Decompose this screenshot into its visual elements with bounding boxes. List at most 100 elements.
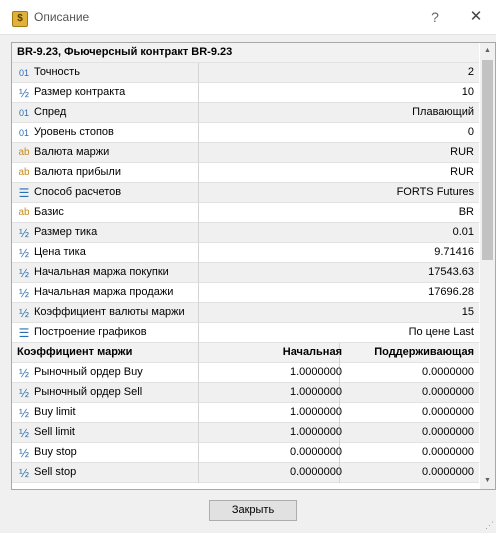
property-row[interactable]: 01 Спред Плавающий (12, 103, 479, 123)
column-divider (198, 183, 199, 203)
property-row[interactable]: ½ Размер контракта 10 (12, 83, 479, 103)
fraction-icon: ½ (18, 86, 29, 100)
margin-maintenance-value: 0.0000000 (422, 426, 474, 438)
margin-row[interactable]: ½ Buy limit 1.0000000 0.0000000 (12, 403, 479, 423)
enum-icon: ☰ (18, 186, 30, 200)
string-icon: ab (18, 207, 30, 218)
integer-icon: 01 (18, 128, 29, 138)
property-name: Уровень стопов (34, 126, 114, 138)
margin-row-name: Sell stop (34, 466, 77, 478)
property-name: Начальная маржа продажи (34, 286, 174, 298)
property-row[interactable]: ab Валюта прибыли RUR (12, 163, 479, 183)
margin-initial-value: 0.0000000 (290, 446, 342, 458)
column-divider (198, 63, 199, 83)
column-header-initial: Начальная (282, 346, 342, 358)
margin-row[interactable]: ½ Sell stop 0.0000000 0.0000000 (12, 463, 479, 483)
property-row[interactable]: ab Валюта маржи RUR (12, 143, 479, 163)
property-value: 15 (461, 306, 474, 318)
property-row[interactable]: ½ Цена тика 9.71416 (12, 243, 479, 263)
column-divider (198, 83, 199, 103)
column-divider (198, 283, 199, 303)
margin-row-name: Рыночный ордер Sell (34, 386, 143, 398)
string-icon: ab (18, 147, 30, 158)
margin-row-name: Sell limit (34, 426, 75, 438)
margin-row[interactable]: ½ Рыночный ордер Sell 1.0000000 0.0000000 (12, 383, 479, 403)
property-row[interactable]: ½ Размер тика 0.01 (12, 223, 479, 243)
property-value: 9.71416 (434, 246, 474, 258)
property-value: Плавающий (412, 106, 474, 118)
column-divider (198, 363, 199, 383)
symbol-header: BR-9.23, Фьючерсный контракт BR-9.23 (17, 46, 233, 58)
window-title: Описание (34, 10, 90, 24)
property-name: Спред (34, 106, 67, 118)
property-row[interactable]: 01 Точность 2 (12, 63, 479, 83)
scroll-thumb[interactable] (482, 60, 493, 260)
column-divider (198, 223, 199, 243)
column-divider (198, 323, 199, 343)
property-row[interactable]: ½ Коэффициент валюты маржи 15 (12, 303, 479, 323)
fraction-icon: ½ (18, 286, 29, 300)
margin-maintenance-value: 0.0000000 (422, 386, 474, 398)
property-name: Размер контракта (34, 86, 126, 98)
property-name: Построение графиков (34, 326, 147, 338)
scroll-up-arrow-icon[interactable]: ▲ (480, 43, 495, 59)
margin-maintenance-value: 0.0000000 (422, 466, 474, 478)
column-divider (198, 463, 199, 483)
property-value: 0 (467, 126, 474, 138)
scroll-down-arrow-icon[interactable]: ▼ (480, 473, 495, 489)
property-value: 17543.63 (428, 266, 474, 278)
property-row[interactable]: ☰ Построение графиков По цене Last (12, 323, 479, 343)
margin-initial-value: 1.0000000 (290, 406, 342, 418)
property-value: 0.01 (452, 226, 474, 238)
column-divider (198, 163, 199, 183)
fraction-icon: ½ (18, 366, 29, 380)
property-name: Начальная маржа покупки (34, 266, 169, 278)
property-name: Коэффициент валюты маржи (34, 306, 185, 318)
property-row[interactable]: ½ Начальная маржа продажи 17696.28 (12, 283, 479, 303)
property-name: Размер тика (34, 226, 98, 238)
fraction-icon: ½ (18, 386, 29, 400)
fraction-icon: ½ (18, 226, 29, 240)
fraction-icon: ½ (18, 426, 29, 440)
margin-row[interactable]: ½ Buy stop 0.0000000 0.0000000 (12, 443, 479, 463)
property-value: 17696.28 (428, 286, 474, 298)
property-value: RUR (450, 146, 474, 158)
fraction-icon: ½ (18, 406, 29, 420)
column-header-maintenance: Поддерживающая (374, 346, 474, 358)
column-divider (198, 403, 199, 423)
property-value: BR (458, 206, 474, 218)
fraction-icon: ½ (18, 266, 29, 280)
margin-maintenance-value: 0.0000000 (422, 366, 474, 378)
margin-section-title: Коэффициент маржи (17, 346, 133, 358)
symbol-header-row: BR-9.23, Фьючерсный контракт BR-9.23 (12, 43, 479, 63)
property-row[interactable]: ab Базис BR (12, 203, 479, 223)
enum-icon: ☰ (18, 326, 30, 340)
margin-maintenance-value: 0.0000000 (422, 446, 474, 458)
margin-maintenance-value: 0.0000000 (422, 406, 474, 418)
string-icon: ab (18, 167, 30, 178)
close-button[interactable]: Закрыть (209, 500, 297, 521)
column-divider (198, 103, 199, 123)
column-divider (198, 383, 199, 403)
property-row[interactable]: ☰ Способ расчетов FORTS Futures (12, 183, 479, 203)
fraction-icon: ½ (18, 306, 29, 320)
title-bar: $ Описание ? ✕ (0, 0, 496, 35)
property-name: Точность (34, 66, 80, 78)
property-name: Валюта маржи (34, 146, 110, 158)
column-divider (198, 263, 199, 283)
property-row[interactable]: 01 Уровень стопов 0 (12, 123, 479, 143)
property-name: Валюта прибыли (34, 166, 121, 178)
resize-grip-icon[interactable]: ⋰ (485, 520, 494, 531)
close-window-button[interactable]: ✕ (465, 6, 487, 28)
column-divider (198, 243, 199, 263)
property-value: RUR (450, 166, 474, 178)
dollar-icon: $ (12, 11, 28, 27)
help-button[interactable]: ? (424, 6, 446, 28)
margin-initial-value: 1.0000000 (290, 366, 342, 378)
margin-row[interactable]: ½ Sell limit 1.0000000 0.0000000 (12, 423, 479, 443)
vertical-scrollbar[interactable]: ▲ ▼ (480, 43, 495, 489)
margin-row[interactable]: ½ Рыночный ордер Buy 1.0000000 0.0000000 (12, 363, 479, 383)
column-divider (198, 143, 199, 163)
margin-row-name: Рыночный ордер Buy (34, 366, 143, 378)
property-row[interactable]: ½ Начальная маржа покупки 17543.63 (12, 263, 479, 283)
